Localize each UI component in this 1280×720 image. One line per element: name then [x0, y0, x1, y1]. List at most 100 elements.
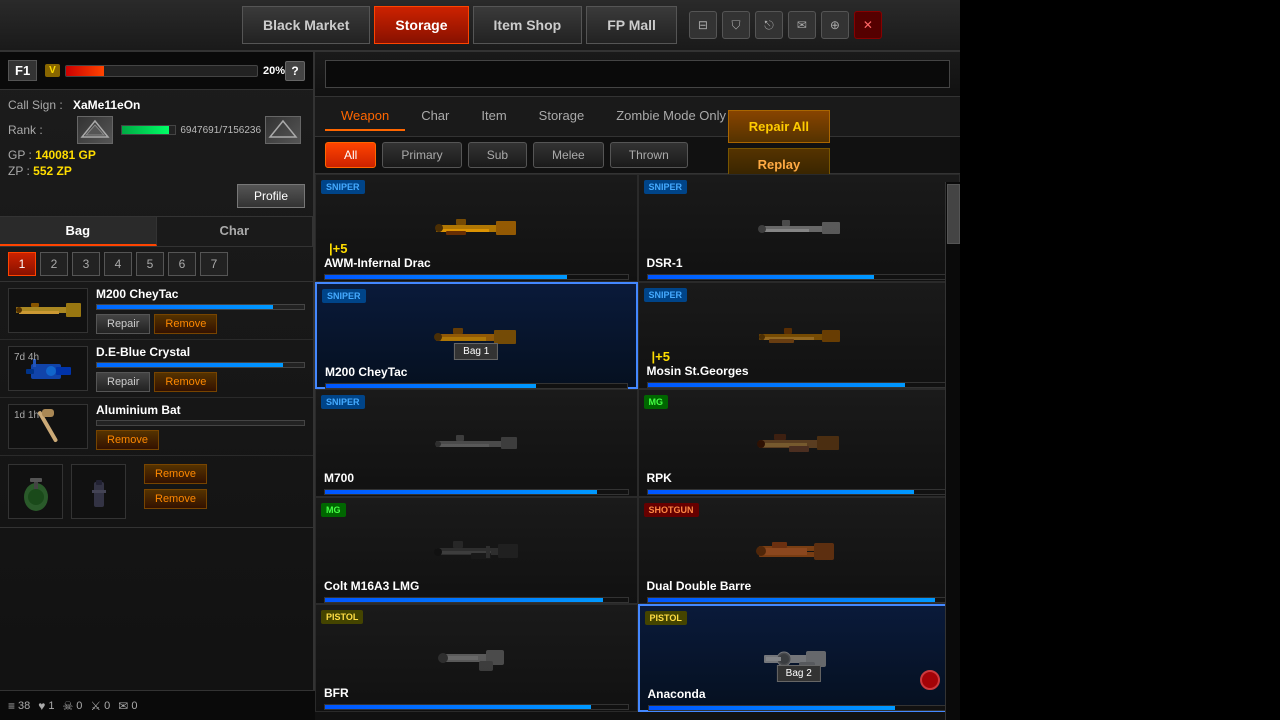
- anaconda-bag-tag: Bag 2: [777, 665, 821, 682]
- gp-label: GP :: [8, 148, 32, 162]
- m700-health-fill: [325, 490, 597, 494]
- deaths-icon: ♥: [38, 699, 45, 713]
- xp-fill: [66, 66, 104, 76]
- inv-repair-m200-btn[interactable]: Repair: [96, 314, 150, 334]
- call-sign-row: Call Sign : XaMe11eOn: [8, 98, 305, 112]
- minimize-icon[interactable]: ⊟: [689, 11, 717, 39]
- inv-repair-deblue-btn[interactable]: Repair: [96, 372, 150, 392]
- nav-icons: ⊟ ⛉ ⎋ ✉ ⊕ ✕: [689, 11, 882, 39]
- menu-icon[interactable]: ⊕: [821, 11, 849, 39]
- status-sword: ⚔ 0: [90, 699, 110, 713]
- small-remove-btn-1[interactable]: Remove: [144, 464, 207, 484]
- help-btn[interactable]: ?: [285, 61, 305, 81]
- repair-all-btn[interactable]: Repair All: [728, 110, 830, 143]
- tab-bag[interactable]: Bag: [0, 217, 157, 246]
- small-remove-btn-2[interactable]: Remove: [144, 489, 207, 509]
- rank-bar-container: [121, 125, 176, 135]
- storage-btn[interactable]: Storage: [374, 6, 468, 44]
- m200-type-badge: SNIPER: [322, 289, 366, 303]
- mail-value: 0: [131, 700, 137, 712]
- bag-num-7[interactable]: 7: [200, 252, 228, 276]
- gp-row: GP : 140081 GP: [8, 148, 305, 162]
- cursor-indicator: [920, 670, 940, 690]
- inv-item-m200: M200 CheyTac Repair Remove: [0, 282, 313, 340]
- bfr-type-badge: PISTOL: [321, 610, 363, 624]
- inv-item-bat-btns: Remove: [96, 430, 305, 450]
- weapon-card-dsr1: SNIPER DSR-1 Repair Resell: [638, 174, 961, 282]
- black-market-btn[interactable]: Black Market: [242, 6, 370, 44]
- small-inv-grenade: [8, 464, 63, 519]
- inv-remove-bat-btn[interactable]: Remove: [96, 430, 159, 450]
- deaths-value: 1: [48, 700, 54, 712]
- tab-item[interactable]: Item: [465, 102, 522, 131]
- tab-weapon[interactable]: Weapon: [325, 102, 405, 131]
- tab-char[interactable]: Char: [405, 102, 465, 131]
- filter-sub-btn[interactable]: Sub: [468, 142, 527, 168]
- scroll-thumb[interactable]: [947, 184, 960, 244]
- bag-num-2[interactable]: 2: [40, 252, 68, 276]
- weapon-card-awm: SNIPER |+5 AWM-Infernal Drac: [315, 174, 638, 282]
- call-sign-label: Call Sign :: [8, 98, 73, 112]
- rpk-img-area: [647, 416, 952, 471]
- mail-icon[interactable]: ✉: [788, 11, 816, 39]
- m200-health-fill: [326, 384, 536, 388]
- inv-item-bat-img: 1d 1h: [8, 404, 88, 449]
- fp-mall-btn[interactable]: FP Mall: [586, 6, 677, 44]
- main-panel: Repair All Replay Weapon Char Item Stora…: [315, 52, 960, 720]
- bag-num-6[interactable]: 6: [168, 252, 196, 276]
- bag-num-5[interactable]: 5: [136, 252, 164, 276]
- filter-thrown-btn[interactable]: Thrown: [610, 142, 688, 168]
- filter-all-btn[interactable]: All: [325, 142, 376, 168]
- inv-item-m200-btns: Repair Remove: [96, 314, 305, 334]
- bag-char-tabs: Bag Char: [0, 217, 313, 247]
- colt-type-badge: MG: [321, 503, 346, 517]
- awm-type-badge: SNIPER: [321, 180, 365, 194]
- vip-badge: V: [45, 64, 60, 77]
- profile-section: Call Sign : XaMe11eOn Rank : 6947691/715…: [0, 90, 313, 217]
- dual-img-area: [647, 524, 952, 579]
- close-icon[interactable]: ✕: [854, 11, 882, 39]
- inv-item-deblue: 7d 4h D.E-Blue Crystal Repair Remove: [0, 340, 313, 398]
- rank-nums: 6947691/7156236: [180, 125, 261, 136]
- dsr1-type-badge: SNIPER: [644, 180, 688, 194]
- dark-bg: [960, 0, 1280, 720]
- filter-melee-btn[interactable]: Melee: [533, 142, 604, 168]
- inv-item-m200-info: M200 CheyTac Repair Remove: [96, 287, 305, 334]
- inv-remove-deblue-btn[interactable]: Remove: [154, 372, 217, 392]
- status-skull: ☠ 0: [63, 699, 83, 713]
- bag-num-1[interactable]: 1: [8, 252, 36, 276]
- usb-icon[interactable]: ⎋: [755, 11, 783, 39]
- profile-btn[interactable]: Profile: [237, 184, 305, 208]
- m700-type-badge: SNIPER: [321, 395, 365, 409]
- tab-storage[interactable]: Storage: [523, 102, 601, 131]
- item-shop-btn[interactable]: Item Shop: [473, 6, 583, 44]
- rpk-health: [647, 489, 952, 495]
- dsr1-img-area: [647, 201, 952, 256]
- small-inv-item2: [71, 464, 126, 519]
- mosin-health-fill: [648, 383, 905, 387]
- inv-item-bat: 1d 1h Aluminium Bat Remove: [0, 398, 313, 456]
- weapon-card-mosin: SNIPER |+5 Mosin St.Georges: [638, 282, 961, 390]
- search-bar-area: Repair All Replay: [315, 52, 960, 97]
- m200-health: [325, 383, 628, 389]
- filter-primary-btn[interactable]: Primary: [382, 142, 461, 168]
- awm-health: [324, 274, 629, 280]
- mail-status-icon: ✉: [118, 699, 128, 713]
- bag-num-4[interactable]: 4: [104, 252, 132, 276]
- inv-item-m200-health-fill: [97, 305, 273, 309]
- search-input[interactable]: [325, 60, 950, 88]
- anaconda-health-fill: [649, 706, 895, 710]
- tab-zombie-mode[interactable]: Zombie Mode Only: [600, 102, 742, 131]
- shield-icon[interactable]: ⛉: [722, 11, 750, 39]
- xp-bar-container: V 20%: [45, 64, 285, 77]
- inv-remove-m200-btn[interactable]: Remove: [154, 314, 217, 334]
- awm-plus5: |+5: [329, 241, 347, 256]
- bfr-name: BFR: [324, 686, 629, 700]
- bag-num-3[interactable]: 3: [72, 252, 100, 276]
- call-sign-value: XaMe11eOn: [73, 98, 140, 112]
- small-inv-btns: Remove Remove: [144, 464, 207, 519]
- tab-char[interactable]: Char: [157, 217, 314, 246]
- skull-icon: ☠: [63, 699, 74, 713]
- scroll-bar[interactable]: [945, 182, 960, 720]
- kills-value: 38: [18, 700, 30, 712]
